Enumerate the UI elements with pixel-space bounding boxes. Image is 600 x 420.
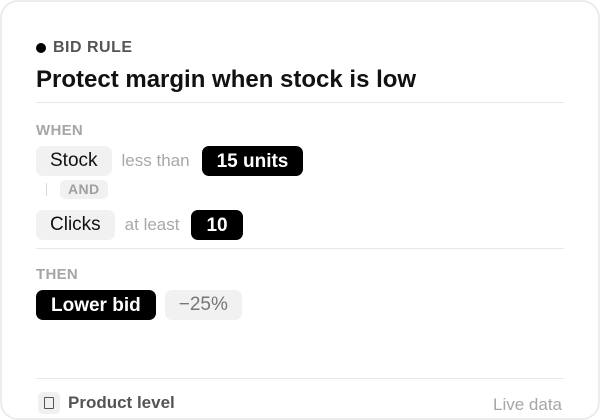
card-content: BID RULE Protect margin when stock is lo…	[36, 2, 564, 418]
condition-field-stock[interactable]: Stock	[36, 146, 112, 176]
condition-row-2: Clicks at least 10	[36, 210, 243, 240]
when-label: WHEN	[36, 122, 84, 139]
condition-value-stock[interactable]: 15 units	[201, 146, 304, 176]
rule-title: Protect margin when stock is low	[36, 66, 417, 93]
box-icon	[38, 392, 60, 414]
scope-label: Product level	[68, 393, 175, 412]
and-pill[interactable]: AND	[60, 180, 108, 199]
connector-line	[46, 183, 47, 196]
divider-footer	[36, 378, 564, 379]
divider-top	[36, 102, 564, 103]
condition-row-1: Stock less than 15 units	[36, 146, 304, 176]
condition-value-clicks[interactable]: 10	[191, 210, 243, 240]
and-connector: AND	[46, 180, 108, 199]
live-data-status: Live data	[493, 395, 562, 414]
condition-field-clicks[interactable]: Clicks	[36, 210, 115, 240]
condition-operator[interactable]: less than	[122, 151, 190, 171]
then-label: THEN	[36, 266, 79, 283]
divider-middle	[36, 248, 564, 249]
rule-type-label: BID RULE	[36, 39, 133, 57]
bid-rule-card: BID RULE Protect margin when stock is lo…	[0, 0, 600, 420]
action-amount-chip[interactable]: −25%	[164, 290, 242, 320]
footer-scope: Product level	[38, 392, 175, 414]
condition-operator[interactable]: at least	[125, 215, 180, 235]
bullet-dot-icon	[36, 43, 46, 53]
eyebrow-text: BID RULE	[53, 39, 133, 56]
action-row: Lower bid −25%	[36, 290, 242, 320]
action-chip[interactable]: Lower bid	[36, 290, 156, 320]
